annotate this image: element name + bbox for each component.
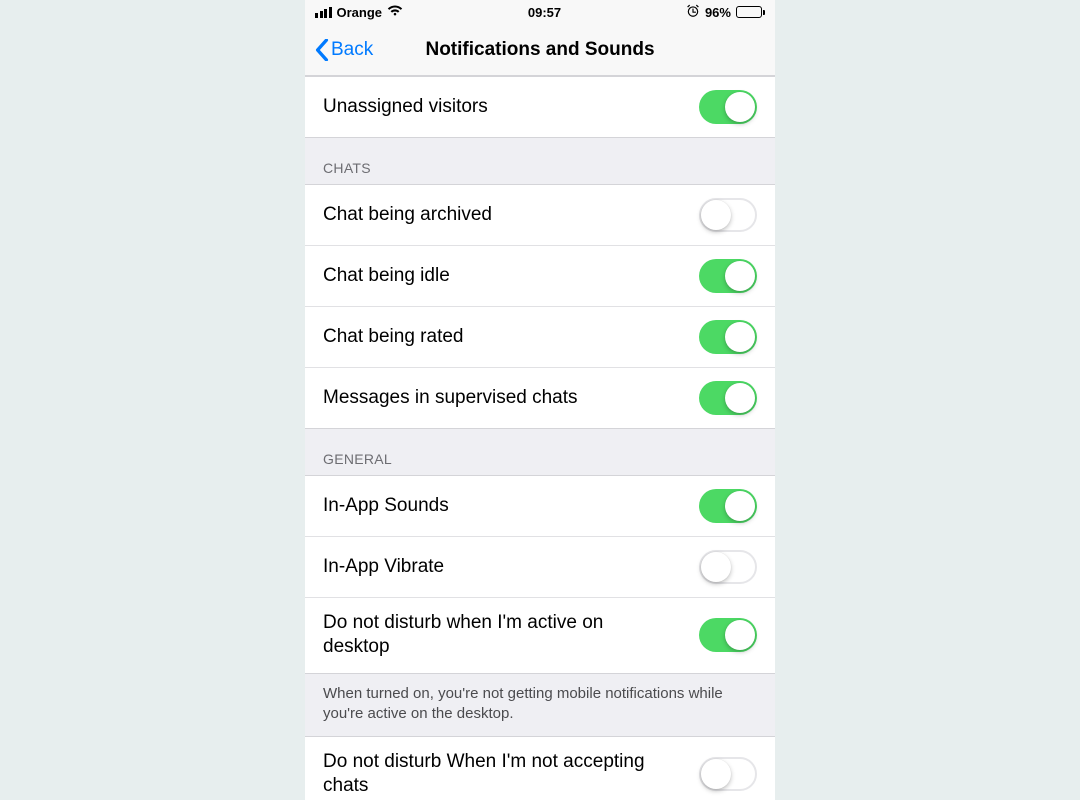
toggle-inapp-sounds[interactable]	[699, 489, 757, 523]
row-supervised-messages: Messages in supervised chats	[305, 368, 775, 429]
section-header-general: GENERAL	[305, 429, 775, 475]
row-unassigned-visitors: Unassigned visitors	[305, 76, 775, 138]
toggle-dnd-not-accepting[interactable]	[699, 757, 757, 791]
row-label: Do not disturb When I'm not accepting ch…	[323, 750, 663, 799]
nav-bar: Back Notifications and Sounds	[305, 24, 775, 76]
toggle-supervised-messages[interactable]	[699, 381, 757, 415]
status-time: 09:57	[528, 5, 561, 20]
row-inapp-sounds: In-App Sounds	[305, 475, 775, 537]
row-label: Do not disturb when I'm active on deskto…	[323, 611, 663, 660]
row-dnd-desktop-active: Do not disturb when I'm active on deskto…	[305, 598, 775, 674]
row-label: Chat being idle	[323, 264, 663, 288]
toggle-chat-archived[interactable]	[699, 198, 757, 232]
row-chat-archived: Chat being archived	[305, 184, 775, 246]
page-title: Notifications and Sounds	[305, 39, 775, 61]
row-chat-idle: Chat being idle	[305, 246, 775, 307]
toggle-unassigned-visitors[interactable]	[699, 90, 757, 124]
carrier-label: Orange	[337, 5, 383, 20]
row-dnd-not-accepting: Do not disturb When I'm not accepting ch…	[305, 736, 775, 800]
row-inapp-vibrate: In-App Vibrate	[305, 537, 775, 598]
battery-percent: 96%	[705, 5, 731, 20]
status-bar: Orange 09:57 96%	[305, 0, 775, 24]
toggle-chat-idle[interactable]	[699, 259, 757, 293]
back-button[interactable]: Back	[315, 39, 373, 61]
row-label: Chat being rated	[323, 325, 663, 349]
toggle-dnd-desktop-active[interactable]	[699, 618, 757, 652]
row-label: Unassigned visitors	[323, 95, 663, 119]
alarm-icon	[686, 4, 700, 21]
row-label: In-App Sounds	[323, 494, 663, 518]
battery-icon	[736, 6, 765, 18]
toggle-chat-rated[interactable]	[699, 320, 757, 354]
section-header-chats: CHATS	[305, 138, 775, 184]
wifi-icon	[387, 5, 403, 20]
toggle-inapp-vibrate[interactable]	[699, 550, 757, 584]
status-right: 96%	[686, 4, 765, 21]
settings-list[interactable]: Unassigned visitors CHATS Chat being arc…	[305, 76, 775, 800]
row-label: Messages in supervised chats	[323, 386, 663, 410]
signal-bars-icon	[315, 7, 332, 18]
row-label: Chat being archived	[323, 203, 663, 227]
phone-frame: Orange 09:57 96% Back Notifications and …	[305, 0, 775, 800]
row-chat-rated: Chat being rated	[305, 307, 775, 368]
chevron-left-icon	[315, 39, 329, 61]
section-footer-general: When turned on, you're not getting mobil…	[305, 674, 775, 737]
row-label: In-App Vibrate	[323, 555, 663, 579]
back-label: Back	[331, 39, 373, 61]
status-left: Orange	[315, 5, 403, 20]
